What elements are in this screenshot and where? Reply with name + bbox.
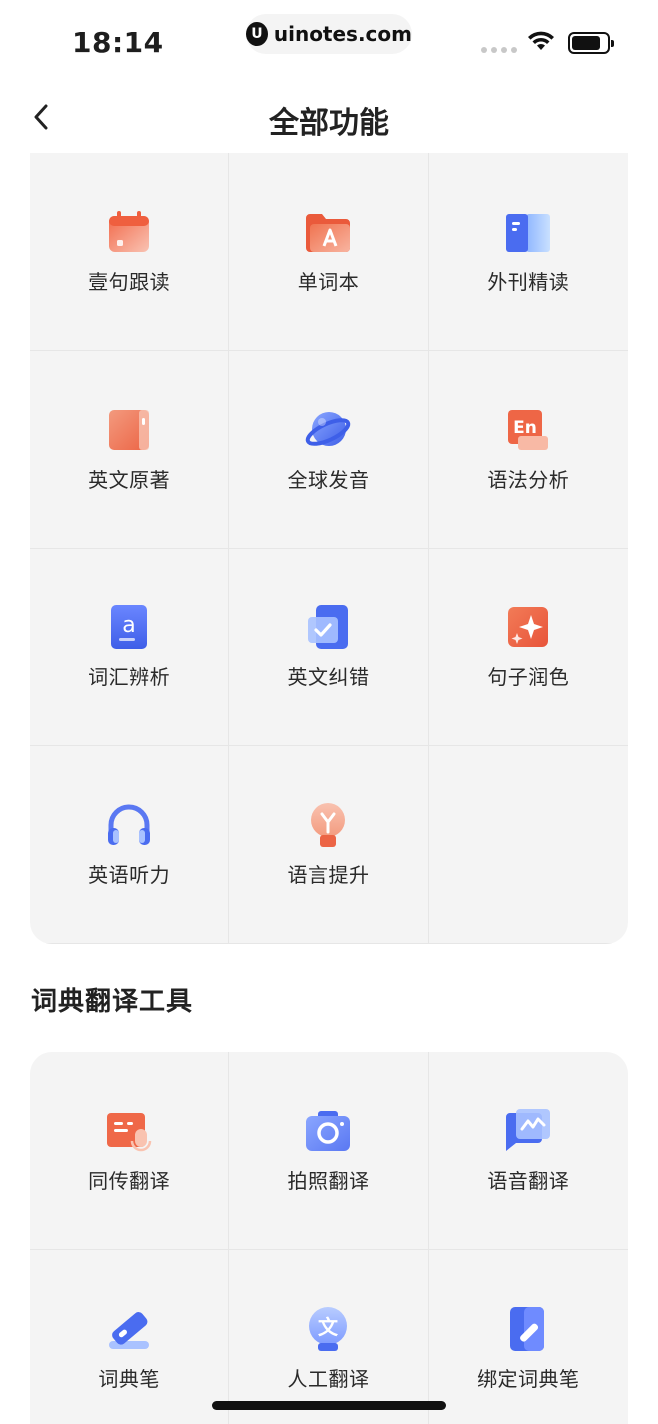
tool-label: 同传翻译 bbox=[88, 1169, 171, 1193]
feature-language-improve[interactable]: 语言提升 bbox=[229, 746, 429, 944]
feature-label: 句子润色 bbox=[487, 665, 570, 690]
feature-english-correction[interactable]: 英文纠错 bbox=[229, 548, 429, 747]
calendar-icon bbox=[109, 210, 150, 252]
en-badge-icon: En bbox=[508, 409, 549, 450]
page-title: 全部功能 bbox=[269, 106, 389, 141]
wifi-icon bbox=[528, 31, 554, 50]
check-doc-icon bbox=[308, 605, 349, 650]
url-pill[interactable]: U uinotes.com bbox=[246, 14, 412, 54]
svg-text:文: 文 bbox=[318, 1315, 339, 1339]
headphones-icon bbox=[108, 804, 151, 846]
tool-voice-translate[interactable]: 语音翻译 bbox=[428, 1052, 628, 1250]
translate-head-icon: 文 bbox=[309, 1307, 348, 1351]
bind-pen-icon bbox=[510, 1307, 545, 1351]
tool-simultaneous-translate[interactable]: 同传翻译 bbox=[30, 1052, 230, 1250]
feature-sentence-polish[interactable]: 句子润色 bbox=[428, 549, 628, 747]
feature-label: 壹句跟读 bbox=[88, 269, 171, 294]
status-bar: 18:14 U uinotes.com bbox=[0, 0, 658, 88]
tool-label: 拍照翻译 bbox=[287, 1169, 370, 1193]
camera-icon bbox=[306, 1111, 351, 1151]
battery-icon bbox=[568, 32, 614, 54]
svg-text:En: En bbox=[513, 418, 537, 438]
letter-a-icon: a bbox=[111, 605, 148, 650]
feature-label: 语法分析 bbox=[487, 467, 570, 492]
section-title-dict-tools: 词典翻译工具 bbox=[31, 987, 194, 1017]
folder-a-icon bbox=[306, 213, 351, 252]
pen-icon bbox=[109, 1312, 150, 1349]
tool-human-translate[interactable]: 文 人工翻译 bbox=[229, 1250, 429, 1424]
uinotes-logo-icon: U bbox=[246, 22, 268, 46]
feature-label: 英语听力 bbox=[88, 863, 171, 888]
tool-bind-dict-pen[interactable]: 绑定词典笔 bbox=[429, 1250, 628, 1424]
feature-vocab-book[interactable]: 单词本 bbox=[229, 153, 429, 351]
tool-photo-translate[interactable]: 拍照翻译 bbox=[229, 1052, 429, 1250]
nav-bar: 全部功能 bbox=[0, 88, 658, 148]
chat-wave-icon bbox=[506, 1109, 551, 1151]
feature-label: 英文纠错 bbox=[287, 665, 370, 690]
feature-original-books[interactable]: 英文原著 bbox=[30, 350, 230, 549]
status-time: 18:14 bbox=[72, 26, 164, 59]
features-grid: 壹句跟读 单词本 外刊精读 英文原著 全球发音 En 语法分析 a 词汇辨析 英… bbox=[30, 153, 628, 944]
feature-magazine-read[interactable]: 外刊精读 bbox=[428, 153, 628, 351]
planet-icon bbox=[306, 411, 351, 446]
feature-label: 外刊精读 bbox=[487, 269, 570, 294]
url-text: uinotes.com bbox=[273, 22, 412, 46]
lightbulb-icon bbox=[311, 803, 346, 848]
tool-label: 人工翻译 bbox=[287, 1367, 370, 1391]
feature-grammar-analysis[interactable]: En 语法分析 bbox=[428, 351, 628, 549]
dict-tools-grid: 同传翻译 拍照翻译 语音翻译 词典笔 文 人工翻译 绑定词典笔 bbox=[30, 1052, 628, 1424]
tool-label: 绑定词典笔 bbox=[477, 1367, 580, 1391]
feature-label: 单词本 bbox=[297, 269, 360, 294]
feature-label: 词汇辨析 bbox=[88, 665, 171, 690]
book-icon bbox=[109, 409, 150, 450]
cellular-signal-icon bbox=[481, 47, 517, 53]
sparkle-icon bbox=[508, 607, 549, 648]
tool-label: 语音翻译 bbox=[487, 1169, 570, 1193]
feature-global-pronunciation[interactable]: 全球发音 bbox=[229, 350, 429, 549]
open-book-icon bbox=[506, 213, 551, 252]
empty-cell bbox=[428, 746, 628, 944]
feature-label: 英文原著 bbox=[88, 467, 171, 492]
home-indicator[interactable] bbox=[212, 1401, 446, 1410]
tool-label: 词典笔 bbox=[98, 1367, 160, 1391]
svg-text:a: a bbox=[122, 613, 135, 638]
feature-english-listening[interactable]: 英语听力 bbox=[30, 746, 230, 944]
tool-dict-pen[interactable]: 词典笔 bbox=[30, 1250, 230, 1424]
speech-doc-icon bbox=[107, 1113, 152, 1152]
feature-label: 语言提升 bbox=[287, 863, 370, 888]
feature-vocab-distinguish[interactable]: a 词汇辨析 bbox=[30, 548, 230, 747]
feature-label: 全球发音 bbox=[287, 467, 370, 492]
feature-follow-read[interactable]: 壹句跟读 bbox=[30, 153, 230, 351]
